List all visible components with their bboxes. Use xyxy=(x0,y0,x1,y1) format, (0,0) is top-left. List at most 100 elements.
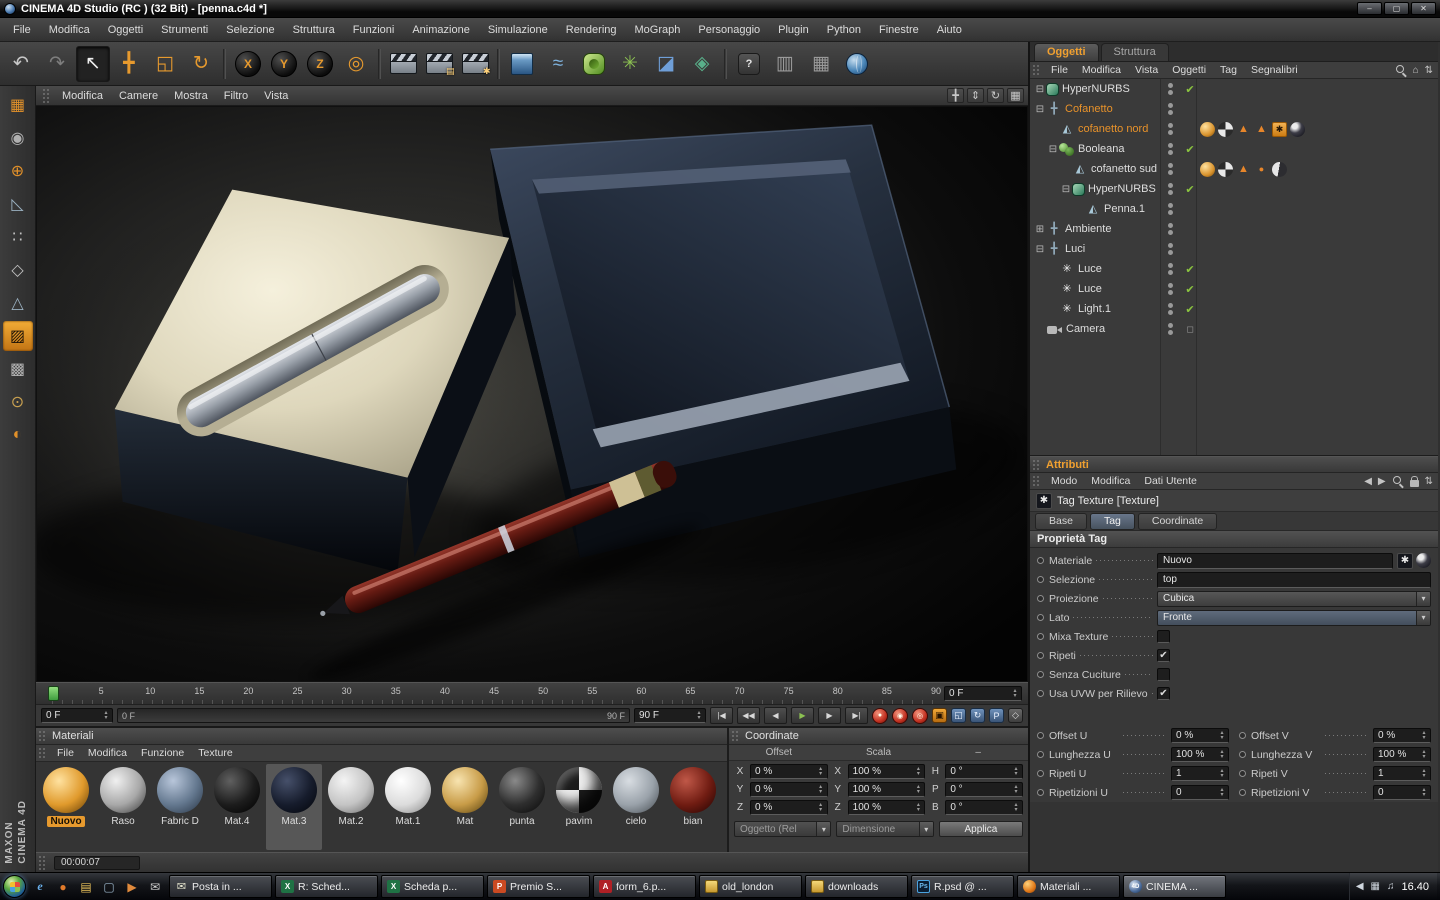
spinner-icon[interactable]: ▴▾ xyxy=(1011,801,1021,814)
palette-make-editable-button[interactable]: ▦ xyxy=(3,90,33,120)
timeline-ruler[interactable]: 051015202530354045505560657075808590 xyxy=(52,683,936,704)
spin-down-icon[interactable]: ▾ xyxy=(1014,772,1017,777)
animation-dot-icon[interactable] xyxy=(1037,789,1044,796)
render-visibility-dot[interactable] xyxy=(1168,190,1173,195)
expander-icon[interactable]: ⊟ xyxy=(1034,244,1046,255)
spin-down-icon[interactable]: ▾ xyxy=(1422,755,1425,760)
toolbar-layout-quad-button[interactable]: ▦ xyxy=(804,46,838,82)
material-swatch-raso[interactable]: Raso xyxy=(95,764,151,850)
coord-rotation-p[interactable]: 0 °▴▾ xyxy=(945,782,1023,797)
tab-struttura[interactable]: Struttura xyxy=(1101,43,1169,61)
spin-down-icon[interactable]: ▾ xyxy=(1220,774,1223,779)
attributes-menu-modo[interactable]: Modo xyxy=(1044,473,1084,490)
material-swatch-pavim[interactable]: pavim xyxy=(551,764,607,850)
render-visibility-dot[interactable] xyxy=(1168,250,1173,255)
network-icon[interactable]: ▦ xyxy=(1371,881,1380,892)
toolbar-mograph-menu-button[interactable]: ✳ xyxy=(613,46,647,82)
spinner-icon[interactable]: ▴▾ xyxy=(816,783,826,796)
toolbar-add-deformer-button[interactable]: ◪ xyxy=(649,46,683,82)
mail-icon[interactable]: ✉ xyxy=(144,876,166,898)
render-visibility-dot[interactable] xyxy=(1168,290,1173,295)
animation-dot-icon[interactable] xyxy=(1037,576,1044,583)
material-swatch-fabric-d[interactable]: Fabric D xyxy=(152,764,208,850)
object-manager-menu-vista[interactable]: Vista xyxy=(1128,62,1165,79)
spinner-icon[interactable]: ▴▾ xyxy=(816,801,826,814)
spin-down-icon[interactable]: ▾ xyxy=(1014,790,1017,795)
material-tag-icon[interactable] xyxy=(1200,122,1215,137)
ripeti-u-field[interactable]: 1▴▾ xyxy=(1171,766,1229,781)
spinner-icon[interactable]: ▴▾ xyxy=(816,765,826,778)
toolbar-render-view-button[interactable] xyxy=(386,46,420,82)
scroll-icon[interactable]: ⇅ xyxy=(1425,476,1433,487)
panel-grip-icon[interactable] xyxy=(38,747,47,759)
volume-icon[interactable]: ♫ xyxy=(1387,881,1395,892)
history-back-icon[interactable]: ◀ xyxy=(1364,476,1372,487)
visibility-dots-icon[interactable] xyxy=(1160,223,1180,235)
history-forward-icon[interactable]: ▶ xyxy=(1378,476,1386,487)
toolbar-redo-button[interactable]: ↷ xyxy=(40,46,74,82)
object-row-penna-1-6[interactable]: ◭Penna.1 xyxy=(1030,199,1438,219)
viewport[interactable] xyxy=(36,106,1028,682)
toolbar-lock-x-axis-button[interactable]: X xyxy=(231,46,265,82)
viewport-canvas[interactable] xyxy=(37,107,1027,681)
spinner-icon[interactable]: ▴▾ xyxy=(1011,765,1021,778)
search-icon[interactable] xyxy=(1392,475,1404,487)
tray-expand-icon[interactable]: ◀ xyxy=(1356,881,1364,892)
expander-icon[interactable]: ⊞ xyxy=(1034,224,1046,235)
panel-grip-icon[interactable] xyxy=(1032,475,1041,487)
menu-rendering[interactable]: Rendering xyxy=(557,18,626,42)
keyframe-parameter-button[interactable]: P xyxy=(989,708,1004,723)
spin-down-icon[interactable]: ▾ xyxy=(104,716,107,721)
spinner-icon[interactable]: ▴▾ xyxy=(1419,729,1429,742)
keyframe-scale-button[interactable]: ◱ xyxy=(951,708,966,723)
object-manager-menu-modifica[interactable]: Modifica xyxy=(1075,62,1128,79)
editor-visibility-dot[interactable] xyxy=(1168,83,1173,88)
spinner-icon[interactable]: ▴▾ xyxy=(913,765,923,778)
selection-tag-icon[interactable]: ▲ xyxy=(1254,122,1269,137)
texture-tag-icon[interactable]: ✱ xyxy=(1397,553,1413,569)
coord-offset-y[interactable]: 0 %▴▾ xyxy=(750,782,828,797)
tab-base[interactable]: Base xyxy=(1035,513,1087,530)
menu-animazione[interactable]: Animazione xyxy=(403,18,478,42)
toolbar-live-selection-button[interactable]: ↖ xyxy=(76,46,110,82)
timeline-range-slider[interactable]: 0 F90 F xyxy=(117,708,630,723)
toolbar-lock-y-axis-button[interactable]: Y xyxy=(267,46,301,82)
object-row-ambiente-7[interactable]: ⊞╋Ambiente xyxy=(1030,219,1438,239)
toolbar-simulation-menu-button[interactable]: ◈ xyxy=(685,46,719,82)
spinner-icon[interactable]: ▴▾ xyxy=(1419,748,1429,761)
spinner-icon[interactable]: ▴▾ xyxy=(1217,729,1227,742)
visibility-dots-icon[interactable] xyxy=(1160,83,1180,95)
render-visibility-dot[interactable] xyxy=(1168,110,1173,115)
panel-grip-icon[interactable] xyxy=(1032,64,1041,76)
spinner-icon[interactable]: ▴▾ xyxy=(1217,767,1227,780)
material-swatch-cielo[interactable]: cielo xyxy=(608,764,664,850)
visibility-dots-icon[interactable] xyxy=(1160,303,1180,315)
palette-texture-mode-button[interactable]: ▨ xyxy=(3,321,33,351)
attributes-menu-modifica[interactable]: Modifica xyxy=(1084,473,1137,490)
coord-scale-x[interactable]: 100 %▴▾ xyxy=(848,764,926,779)
materials-menu-file[interactable]: File xyxy=(50,745,81,762)
offset-u-field[interactable]: 0 %▴▾ xyxy=(1171,728,1229,743)
editor-visibility-dot[interactable] xyxy=(1168,203,1173,208)
range-end-field[interactable]: 90 F▴▾ xyxy=(634,708,706,723)
editor-visibility-dot[interactable] xyxy=(1168,163,1173,168)
spin-down-icon[interactable]: ▾ xyxy=(1013,694,1016,699)
enable-toggle-icon[interactable]: ✔ xyxy=(1180,183,1200,196)
usa-uvw-per-rilievo-checkbox[interactable]: ✔ xyxy=(1157,687,1170,700)
menu-simulazione[interactable]: Simulazione xyxy=(479,18,557,42)
show-desktop-icon[interactable]: ▢ xyxy=(98,876,120,898)
autokeying-button[interactable]: ◉ xyxy=(892,708,908,724)
tab-tag[interactable]: Tag xyxy=(1090,513,1135,530)
editor-visibility-dot[interactable] xyxy=(1168,283,1173,288)
apply-button[interactable]: Applica xyxy=(939,821,1023,837)
animation-dot-icon[interactable] xyxy=(1037,633,1044,640)
coord-offset-x[interactable]: 0 %▴▾ xyxy=(750,764,828,779)
animation-dot-icon[interactable] xyxy=(1037,595,1044,602)
lunghezza-u-field[interactable]: 100 %▴▾ xyxy=(1171,747,1229,762)
visibility-dots-icon[interactable] xyxy=(1160,263,1180,275)
material-swatch-mat-4[interactable]: Mat.4 xyxy=(209,764,265,850)
materials-menu-modifica[interactable]: Modifica xyxy=(81,745,134,762)
selection-tag-icon[interactable]: ▲ xyxy=(1236,122,1251,137)
object-row-camera-12[interactable]: Camera◻ xyxy=(1030,319,1438,339)
animation-dot-icon[interactable] xyxy=(1037,732,1044,739)
